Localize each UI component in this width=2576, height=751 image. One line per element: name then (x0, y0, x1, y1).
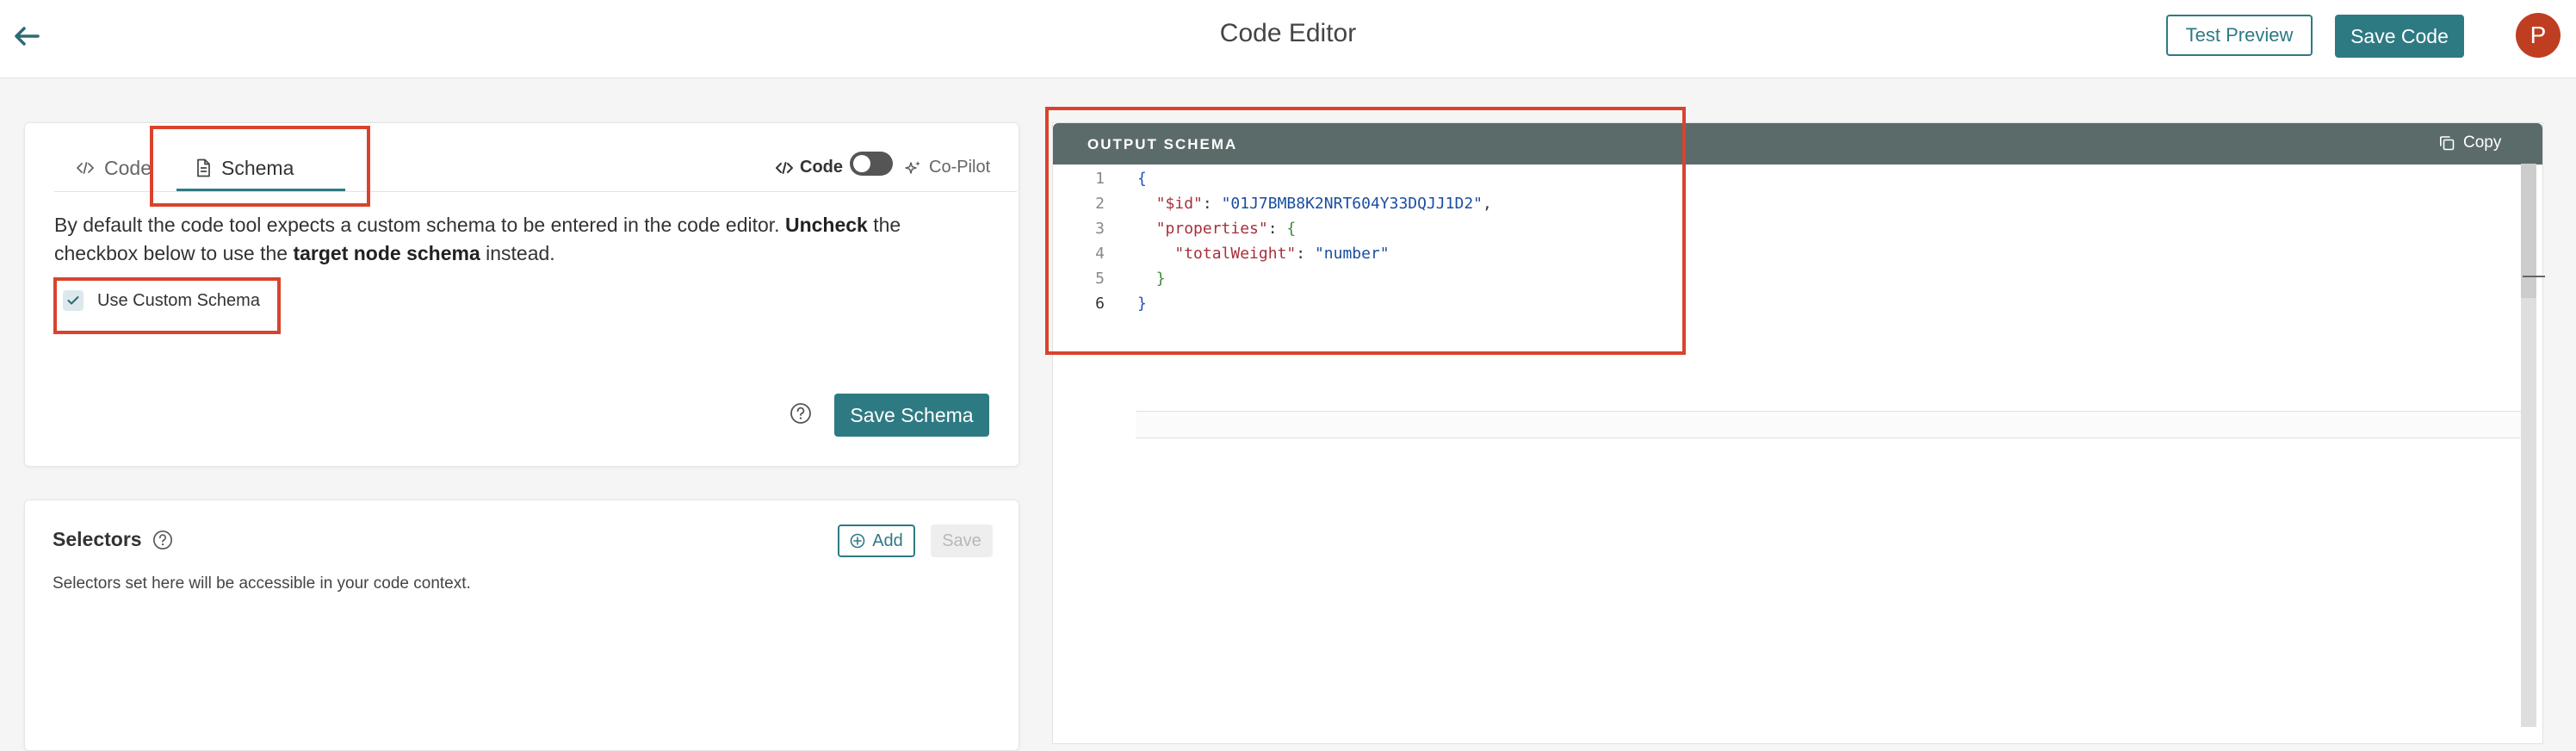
code-icon (776, 161, 793, 175)
description-text: By default the code tool expects a custo… (54, 214, 785, 236)
add-selector-button[interactable]: Add (838, 524, 915, 557)
test-preview-button[interactable]: Test Preview (2166, 15, 2313, 56)
line-number: 6 (1095, 295, 1105, 313)
copy-label: Copy (2463, 133, 2502, 152)
code-text: "$id": "01J7BMB8K2NRT604Y33DQJJ1D2", (1137, 191, 1492, 216)
code-line: 5 } (1053, 266, 2525, 291)
copy-icon (2439, 135, 2455, 151)
use-custom-schema-checkbox[interactable] (63, 290, 84, 311)
code-line: 1{ (1053, 166, 2525, 191)
check-icon (67, 295, 79, 306)
mode-code-label: Code (776, 158, 843, 177)
help-icon[interactable] (152, 530, 173, 550)
code-line: 6} (1053, 291, 2525, 316)
code-token: "$id" (1155, 195, 1203, 213)
code-token: : (1267, 220, 1287, 238)
active-line-highlight (1136, 411, 2525, 438)
selectors-description: Selectors set here will be accessible in… (53, 574, 471, 593)
output-schema-title: OUTPUT SCHEMA (1087, 136, 1238, 152)
mode-copilot-text: Co-Pilot (929, 158, 991, 177)
code-token: , (1483, 195, 1492, 213)
avatar[interactable]: P (2516, 13, 2561, 58)
line-number: 4 (1095, 245, 1105, 263)
code-copilot-toggle[interactable] (850, 152, 893, 176)
editor-scrollbar-thumb[interactable] (2521, 164, 2536, 298)
line-number: 2 (1095, 195, 1105, 213)
code-token: { (1137, 170, 1147, 188)
line-number: 3 (1095, 220, 1105, 238)
code-token: : (1296, 245, 1315, 263)
help-icon[interactable] (790, 402, 812, 425)
output-schema-panel: OUTPUT SCHEMA Copy 1{2 "$id": "01J7BMB8K… (1052, 122, 2543, 744)
sparkle-icon (905, 159, 922, 177)
toggle-knob (853, 155, 870, 172)
code-icon (77, 161, 94, 175)
add-label: Add (872, 531, 903, 550)
copy-button[interactable]: Copy (2439, 133, 2501, 152)
schema-card: Code Schema Code Co-Pilot By default the… (24, 122, 1019, 467)
tab-schema[interactable]: Schema (195, 152, 294, 183)
code-token: : (1202, 195, 1222, 213)
code-token: "properties" (1155, 220, 1268, 238)
mode-code-text: Code (800, 158, 843, 177)
description-bold: Uncheck (784, 214, 868, 236)
use-custom-schema-row[interactable]: Use Custom Schema (63, 290, 260, 311)
code-editor[interactable]: 1{2 "$id": "01J7BMB8K2NRT604Y33DQJJ1D2",… (1053, 164, 2525, 743)
top-bar: Code Editor Test Preview Save Code P (0, 0, 2576, 78)
code-token: } (1155, 270, 1166, 288)
tab-divider (54, 191, 1017, 192)
file-icon (195, 158, 211, 177)
code-token: "totalWeight" (1174, 245, 1297, 263)
active-tab-indicator (176, 189, 345, 191)
description-bold: target node schema (293, 242, 480, 264)
tab-code[interactable]: Code (77, 152, 152, 183)
tab-label: Code (104, 156, 152, 179)
code-text: } (1137, 266, 1166, 291)
code-token: { (1286, 220, 1297, 238)
selectors-heading: Selectors (53, 528, 173, 551)
checkbox-label: Use Custom Schema (97, 290, 260, 310)
code-token: "01J7BMB8K2NRT604Y33DQJJ1D2" (1221, 195, 1483, 213)
code-text: "properties": { (1137, 216, 1297, 241)
save-selectors-button[interactable]: Save (931, 524, 993, 557)
save-schema-button[interactable]: Save Schema (834, 394, 989, 437)
code-text: { (1137, 166, 1147, 191)
output-schema-header: OUTPUT SCHEMA Copy (1053, 123, 2542, 164)
schema-description: By default the code tool expects a custo… (54, 211, 984, 268)
code-line: 3 "properties": { (1053, 216, 2525, 241)
mode-copilot-label[interactable]: Co-Pilot (905, 158, 990, 177)
description-text: instead. (480, 242, 555, 264)
code-token: "number" (1314, 245, 1390, 263)
selectors-card: Selectors Add Save Selectors set here wi… (24, 500, 1019, 751)
code-line: 2 "$id": "01J7BMB8K2NRT604Y33DQJJ1D2", (1053, 191, 2525, 216)
code-token: } (1137, 295, 1147, 313)
save-code-button[interactable]: Save Code (2335, 15, 2464, 58)
line-number: 1 (1095, 170, 1105, 188)
plus-circle-icon (850, 533, 865, 549)
scrollbar-marker (2523, 276, 2545, 277)
tab-label: Schema (221, 156, 294, 179)
code-line: 4 "totalWeight": "number" (1053, 241, 2525, 266)
code-text: } (1137, 291, 1147, 316)
code-text: "totalWeight": "number" (1137, 241, 1390, 266)
selectors-title: Selectors (53, 528, 142, 550)
line-number: 5 (1095, 270, 1105, 288)
